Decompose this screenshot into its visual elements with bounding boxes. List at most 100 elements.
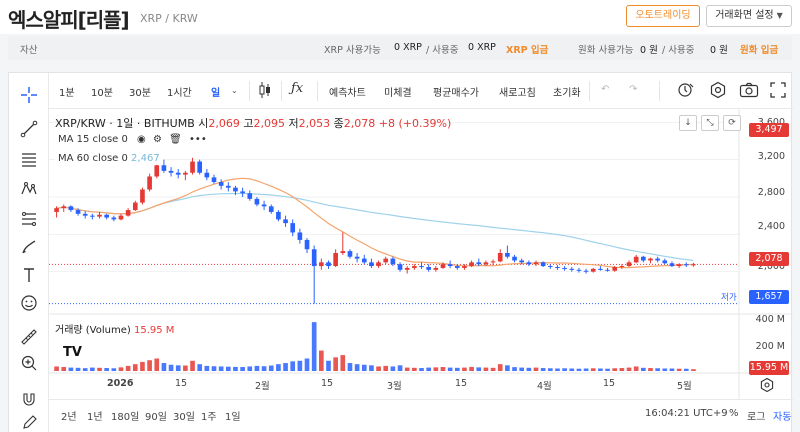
settings-icon[interactable]: ⚙ bbox=[153, 134, 162, 145]
range-1w[interactable]: 1주 bbox=[201, 408, 217, 423]
trend-line-icon[interactable] bbox=[17, 117, 41, 141]
collapse-icon[interactable]: ⤡ bbox=[701, 115, 719, 131]
price-plot[interactable]: XRP/KRW · 1일 · BITHUMB 시2,069 고2,095 저2,… bbox=[49, 109, 793, 399]
candle-body bbox=[75, 210, 81, 214]
interval-1d[interactable]: 일 bbox=[211, 84, 220, 99]
volume-bar bbox=[68, 367, 74, 371]
volume-bar bbox=[383, 365, 389, 371]
pencil-icon[interactable] bbox=[17, 411, 41, 432]
axis-settings-icon[interactable] bbox=[759, 377, 775, 393]
candle-body bbox=[240, 191, 245, 194]
reset-button[interactable]: 초기화 bbox=[553, 84, 581, 99]
refresh-icon[interactable]: ⟳ bbox=[723, 115, 741, 131]
chevron-down-icon: ▼ bbox=[776, 11, 783, 20]
candle-body bbox=[519, 260, 525, 263]
range-2y[interactable]: 2년 bbox=[61, 408, 77, 423]
chart-toolbar: 1분 10분 30분 1시간 일 ⌄ ƒx 예측차트 미체결 평균매수가 새로고… bbox=[49, 73, 793, 109]
xrp-in-use-label: / 사용중 bbox=[426, 45, 459, 56]
camera-icon[interactable] bbox=[739, 81, 759, 102]
open-label: 시 bbox=[198, 117, 209, 130]
text-icon[interactable] bbox=[17, 263, 41, 287]
volume-bar bbox=[254, 365, 260, 371]
high-price-tag: 3,497 bbox=[749, 123, 789, 137]
ma60-legend[interactable]: MA 60 close 0 2,467 bbox=[55, 152, 163, 165]
volume-bar bbox=[426, 367, 431, 371]
candle-body bbox=[462, 266, 467, 268]
candle-type-icon[interactable] bbox=[257, 81, 273, 102]
percent-toggle[interactable]: % bbox=[729, 408, 739, 419]
arrow-down-icon[interactable]: ↓ bbox=[679, 115, 697, 131]
trash-icon[interactable]: 🗑 bbox=[169, 134, 182, 145]
alert-icon[interactable] bbox=[677, 81, 695, 102]
divider bbox=[589, 81, 590, 101]
redo-icon[interactable]: ↷ bbox=[629, 84, 637, 95]
range-1y[interactable]: 1년 bbox=[87, 408, 103, 423]
interval-10m[interactable]: 10분 bbox=[91, 84, 113, 99]
volume-bar bbox=[90, 367, 95, 371]
volume-bar bbox=[104, 368, 109, 371]
volume-bar bbox=[290, 361, 296, 371]
pattern-icon[interactable] bbox=[17, 177, 41, 201]
candle-body bbox=[218, 182, 224, 186]
range-90d[interactable]: 90일 bbox=[145, 408, 167, 423]
candle-body bbox=[619, 266, 625, 268]
volume-bar bbox=[540, 368, 546, 371]
candle-body bbox=[641, 256, 646, 261]
ma15-legend[interactable]: MA 15 close 0 ◉ ⚙ 🗑 ••• bbox=[55, 133, 210, 146]
settings-icon[interactable] bbox=[709, 81, 727, 102]
volume-bar bbox=[297, 360, 303, 371]
fib-icon[interactable] bbox=[17, 207, 41, 231]
auto-toggle[interactable]: 자동 bbox=[773, 408, 791, 423]
log-toggle[interactable]: 로그 bbox=[747, 408, 765, 423]
tradingview-logo-icon[interactable]: TV bbox=[63, 345, 82, 360]
candle-body bbox=[111, 217, 117, 220]
undo-icon[interactable]: ↶ bbox=[601, 84, 609, 95]
fullscreen-icon[interactable] bbox=[769, 81, 787, 102]
interval-chevron-down-icon[interactable]: ⌄ bbox=[231, 86, 238, 95]
zoom-icon[interactable] bbox=[17, 351, 41, 375]
candle-body bbox=[433, 267, 439, 270]
auto-trading-button[interactable]: 오토트레이딩 bbox=[626, 5, 700, 27]
brush-icon[interactable] bbox=[17, 235, 41, 259]
candle-body bbox=[555, 267, 560, 268]
volume-bar bbox=[97, 367, 102, 371]
range-30d[interactable]: 30일 bbox=[173, 408, 195, 423]
change-value: +8 (+0.39%) bbox=[378, 117, 452, 130]
more-icon[interactable]: ••• bbox=[189, 134, 207, 145]
volume-bar bbox=[54, 366, 59, 371]
candle-body bbox=[161, 165, 167, 171]
eye-icon[interactable]: ◉ bbox=[137, 134, 146, 145]
candle-body bbox=[90, 215, 95, 217]
interval-30m[interactable]: 30분 bbox=[129, 84, 151, 99]
indicator-fx-icon[interactable]: ƒx bbox=[291, 81, 303, 96]
candle-body bbox=[612, 267, 618, 271]
candle-body bbox=[340, 251, 346, 253]
krw-deposit-link[interactable]: 원화 입금 bbox=[740, 42, 778, 56]
candle-body bbox=[512, 256, 517, 261]
clock[interactable]: 16:04:21 UTC+9 bbox=[645, 408, 728, 419]
volume-bar bbox=[576, 368, 582, 371]
candle-body bbox=[547, 266, 553, 268]
open-orders-button[interactable]: 미체결 bbox=[384, 84, 412, 99]
volume-bar bbox=[132, 364, 138, 371]
range-180d[interactable]: 180일 bbox=[111, 408, 139, 423]
crosshair-icon[interactable] bbox=[17, 83, 41, 107]
candle-body bbox=[454, 266, 460, 268]
avg-buy-price-button[interactable]: 평균매수가 bbox=[433, 84, 479, 99]
header: 엑스알피[리플] XRP / KRW 오토트레이딩 거래화면 설정 ▼ bbox=[0, 0, 800, 34]
candle-body bbox=[526, 262, 532, 265]
refresh-button[interactable]: 새로고침 bbox=[499, 84, 536, 99]
interval-1m[interactable]: 1분 bbox=[59, 84, 75, 99]
xrp-deposit-link[interactable]: XRP 입금 bbox=[506, 42, 548, 56]
price-tick: 2,400 bbox=[757, 221, 785, 232]
emoji-icon[interactable] bbox=[17, 291, 41, 315]
horizontal-lines-icon[interactable] bbox=[17, 147, 41, 171]
ruler-icon[interactable] bbox=[17, 325, 41, 349]
forecast-chart-button[interactable]: 예측차트 bbox=[329, 84, 366, 99]
trade-settings-button[interactable]: 거래화면 설정 ▼ bbox=[706, 5, 792, 27]
ma15-label: MA 15 close 0 bbox=[58, 134, 128, 145]
interval-1h[interactable]: 1시간 bbox=[167, 84, 192, 99]
range-1d[interactable]: 1일 bbox=[225, 408, 241, 423]
candle-body bbox=[304, 239, 310, 250]
magnet-icon[interactable] bbox=[17, 387, 41, 411]
